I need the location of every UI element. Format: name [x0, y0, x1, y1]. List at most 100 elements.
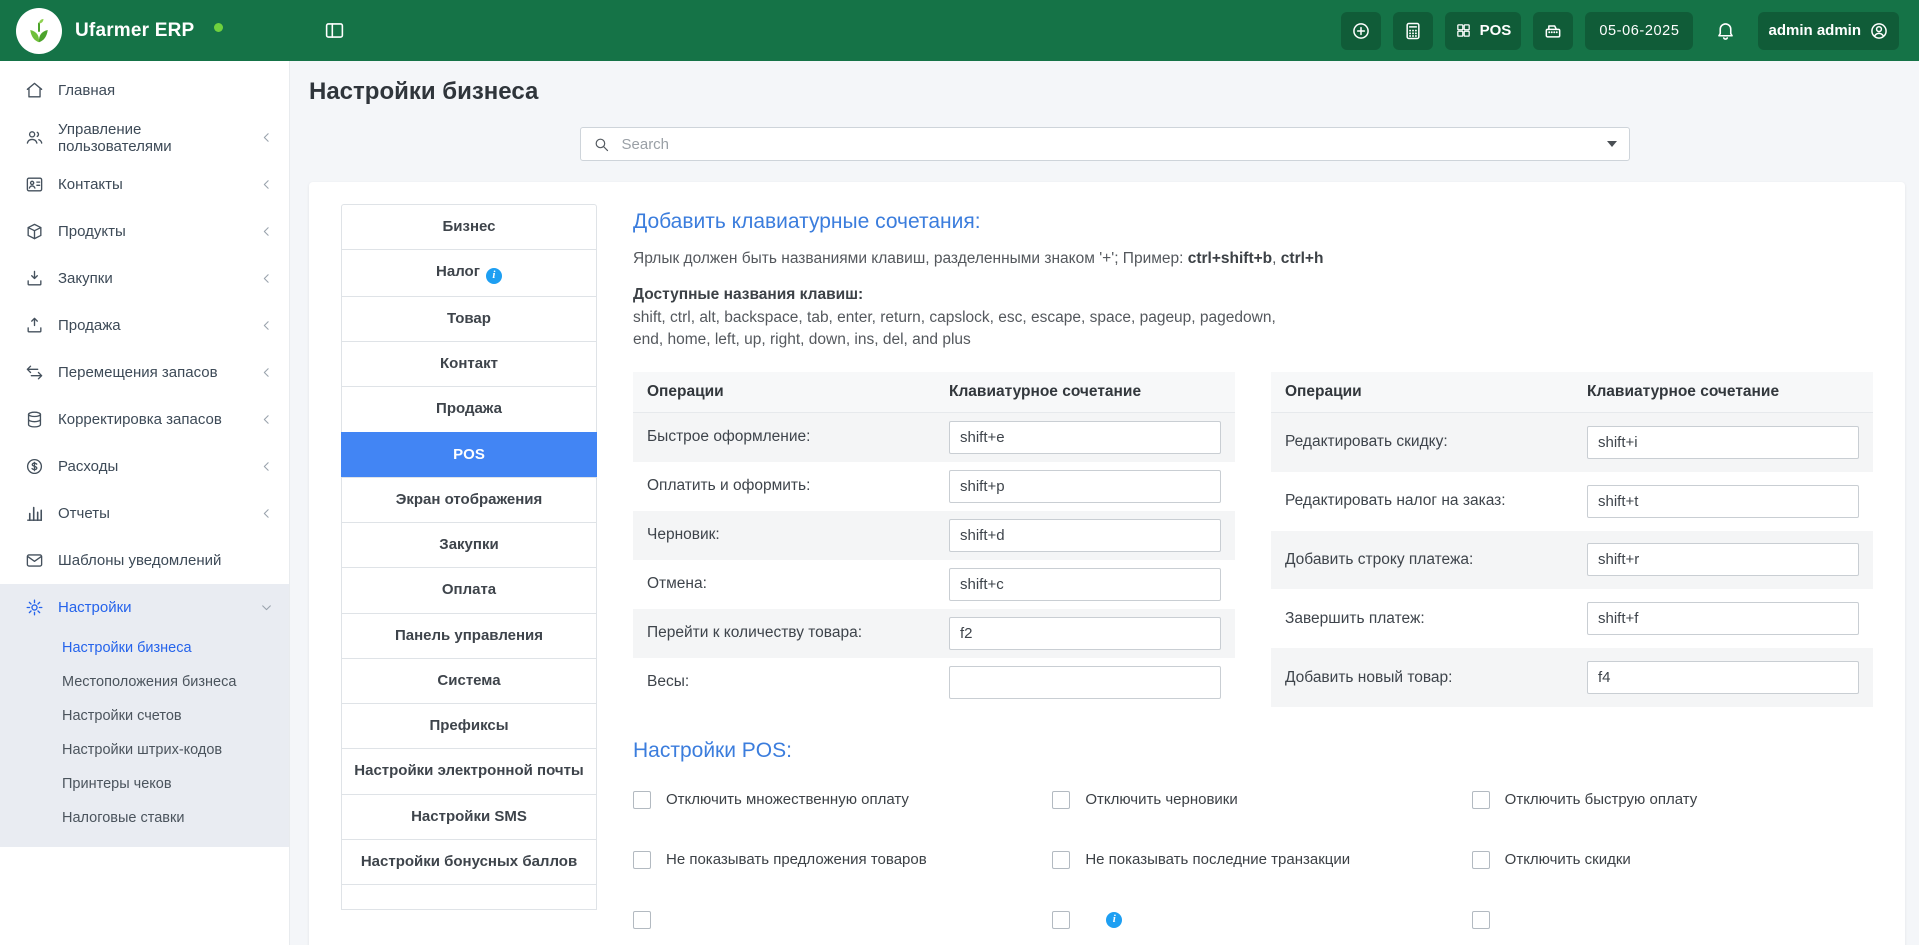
chevron-left-icon: [260, 131, 273, 144]
user-circle-icon: [1869, 21, 1889, 41]
tab-reward-points-settings[interactable]: Настройки бонусных баллов: [341, 839, 597, 885]
shortcut-input-scale[interactable]: [949, 666, 1221, 699]
settings-card: Бизнес Налог Товар Контакт Продажа POS Э…: [309, 182, 1905, 945]
shortcut-input-edit-discount[interactable]: [1587, 426, 1859, 459]
option-partial-1: [633, 911, 1034, 929]
option-disable-discounts: Отключить скидки: [1472, 851, 1873, 869]
shortcut-input-product-quantity[interactable]: [949, 617, 1221, 650]
sidebar-item-tax-rates[interactable]: Налоговые ставки: [0, 801, 289, 835]
sidebar-item-expenses[interactable]: Расходы: [0, 443, 289, 490]
sidebar-item-stock-transfers[interactable]: Перемещения запасов: [0, 349, 289, 396]
shortcut-row: Редактировать налог на заказ:: [1271, 472, 1873, 531]
plus-circle-icon: [1351, 21, 1371, 41]
sidebar-item-receipt-printers[interactable]: Принтеры чеков: [0, 767, 289, 801]
sidebar-toggle-button[interactable]: [314, 12, 355, 50]
tab-payment[interactable]: Оплата: [341, 567, 597, 613]
chevron-left-icon: [260, 178, 273, 191]
pos-button[interactable]: POS: [1445, 12, 1522, 50]
date-display[interactable]: 05-06-2025: [1585, 12, 1693, 50]
tab-dashboard[interactable]: Панель управления: [341, 613, 597, 659]
info-icon[interactable]: [486, 268, 502, 284]
shortcut-tables: Операции Клавиатурное сочетание Быстрое …: [633, 372, 1873, 707]
tab-business[interactable]: Бизнес: [341, 204, 597, 250]
user-menu-label: admin admin: [1768, 22, 1861, 39]
checkbox[interactable]: [1052, 791, 1070, 809]
tab-purchases[interactable]: Закупки: [341, 522, 597, 568]
sidebar-item-purchases[interactable]: Закупки: [0, 255, 289, 302]
shortcut-input-draft[interactable]: [949, 519, 1221, 552]
quick-add-button[interactable]: [1341, 12, 1381, 50]
sidebar-item-user-management[interactable]: Управление пользователями: [0, 114, 289, 161]
sidebar-item-stock-adjustments[interactable]: Корректировка запасов: [0, 396, 289, 443]
sidebar-item-contacts[interactable]: Контакты: [0, 161, 289, 208]
tab-sms-settings[interactable]: Настройки SMS: [341, 794, 597, 840]
sidebar-item-barcode-settings[interactable]: Настройки штрих-кодов: [0, 733, 289, 767]
tab-prefixes[interactable]: Префиксы: [341, 703, 597, 749]
shortcut-input-express-checkout[interactable]: [949, 421, 1221, 454]
tab-display-screen[interactable]: Экран отображения: [341, 477, 597, 523]
shortcut-table-right: Операции Клавиатурное сочетание Редактир…: [1271, 372, 1873, 707]
sidebar-item-products[interactable]: Продукты: [0, 208, 289, 255]
sidebar-item-business-locations[interactable]: Местоположения бизнеса: [0, 665, 289, 699]
sidebar-item-home[interactable]: Главная: [0, 67, 289, 114]
search-icon: [593, 136, 610, 153]
sidebar-item-business-settings[interactable]: Настройки бизнеса: [0, 631, 289, 665]
shortcuts-heading: Добавить клавиатурные сочетания:: [633, 210, 1873, 234]
notifications-button[interactable]: [1705, 12, 1746, 50]
sidebar-item-reports[interactable]: Отчеты: [0, 490, 289, 537]
shortcut-input-add-new-product[interactable]: [1587, 661, 1859, 694]
tab-sale[interactable]: Продажа: [341, 386, 597, 432]
shortcut-input-pay-checkout[interactable]: [949, 470, 1221, 503]
option-disable-express-checkout: Отключить быструю оплату: [1472, 791, 1873, 809]
sidebar-item-invoice-settings[interactable]: Настройки счетов: [0, 699, 289, 733]
cash-register-button[interactable]: [1533, 12, 1573, 50]
checkbox[interactable]: [1472, 791, 1490, 809]
checkbox[interactable]: [1052, 851, 1070, 869]
chevron-left-icon: [260, 319, 273, 332]
sidebar-item-notification-templates[interactable]: Шаблоны уведомлений: [0, 537, 289, 584]
shortcut-input-add-payment-row[interactable]: [1587, 543, 1859, 576]
global-search: [580, 127, 1630, 161]
stock-transfer-icon: [24, 363, 44, 383]
tab-hidden-partial[interactable]: [341, 884, 597, 910]
shortcut-input-finalize-payment[interactable]: [1587, 602, 1859, 635]
chevron-left-icon: [260, 460, 273, 473]
checkbox[interactable]: [1472, 851, 1490, 869]
grid-icon: [1455, 22, 1472, 39]
checkbox[interactable]: [633, 851, 651, 869]
shortcut-input-cancel[interactable]: [949, 568, 1221, 601]
user-menu-button[interactable]: admin admin: [1758, 12, 1899, 50]
checkbox[interactable]: [633, 791, 651, 809]
sidebar: Главная Управление пользователями Контак…: [0, 61, 290, 945]
column-header-operations: Операции: [1271, 372, 1573, 413]
column-header-operations: Операции: [633, 372, 935, 413]
pos-settings-section: Настройки POS: Отключить множественную о…: [633, 739, 1873, 929]
checkbox[interactable]: [1052, 911, 1070, 929]
tab-contact[interactable]: Контакт: [341, 341, 597, 387]
checkbox[interactable]: [633, 911, 651, 929]
tab-email-settings[interactable]: Настройки электронной почты: [341, 748, 597, 794]
sidebar-item-settings[interactable]: Настройки: [0, 584, 289, 631]
reports-icon: [24, 504, 44, 524]
option-hide-product-suggestions: Не показывать предложения товаров: [633, 851, 1034, 869]
sidebar-item-sales[interactable]: Продажа: [0, 302, 289, 349]
info-icon[interactable]: [1106, 912, 1122, 928]
tab-product[interactable]: Товар: [341, 296, 597, 342]
caret-down-icon[interactable]: [1607, 141, 1617, 147]
stock-adjustment-icon: [24, 410, 44, 430]
checkbox[interactable]: [1472, 911, 1490, 929]
settings-tabs: Бизнес Налог Товар Контакт Продажа POS Э…: [341, 204, 597, 945]
shortcut-table-left: Операции Клавиатурное сочетание Быстрое …: [633, 372, 1235, 707]
search-input[interactable]: [620, 135, 1597, 154]
gear-icon: [24, 598, 44, 618]
shortcut-row: Быстрое оформление:: [633, 412, 1235, 462]
pos-tab-content: Добавить клавиатурные сочетания: Ярлык д…: [633, 204, 1873, 945]
calculator-button[interactable]: [1393, 12, 1433, 50]
tab-tax[interactable]: Налог: [341, 249, 597, 297]
page-title: Настройки бизнеса: [309, 78, 1919, 106]
shortcut-row: Добавить новый товар:: [1271, 648, 1873, 707]
shortcuts-hint: Ярлык должен быть названиями клавиш, раз…: [633, 250, 1873, 268]
tab-system[interactable]: Система: [341, 658, 597, 704]
tab-pos[interactable]: POS: [341, 432, 597, 478]
shortcut-input-edit-order-tax[interactable]: [1587, 485, 1859, 518]
